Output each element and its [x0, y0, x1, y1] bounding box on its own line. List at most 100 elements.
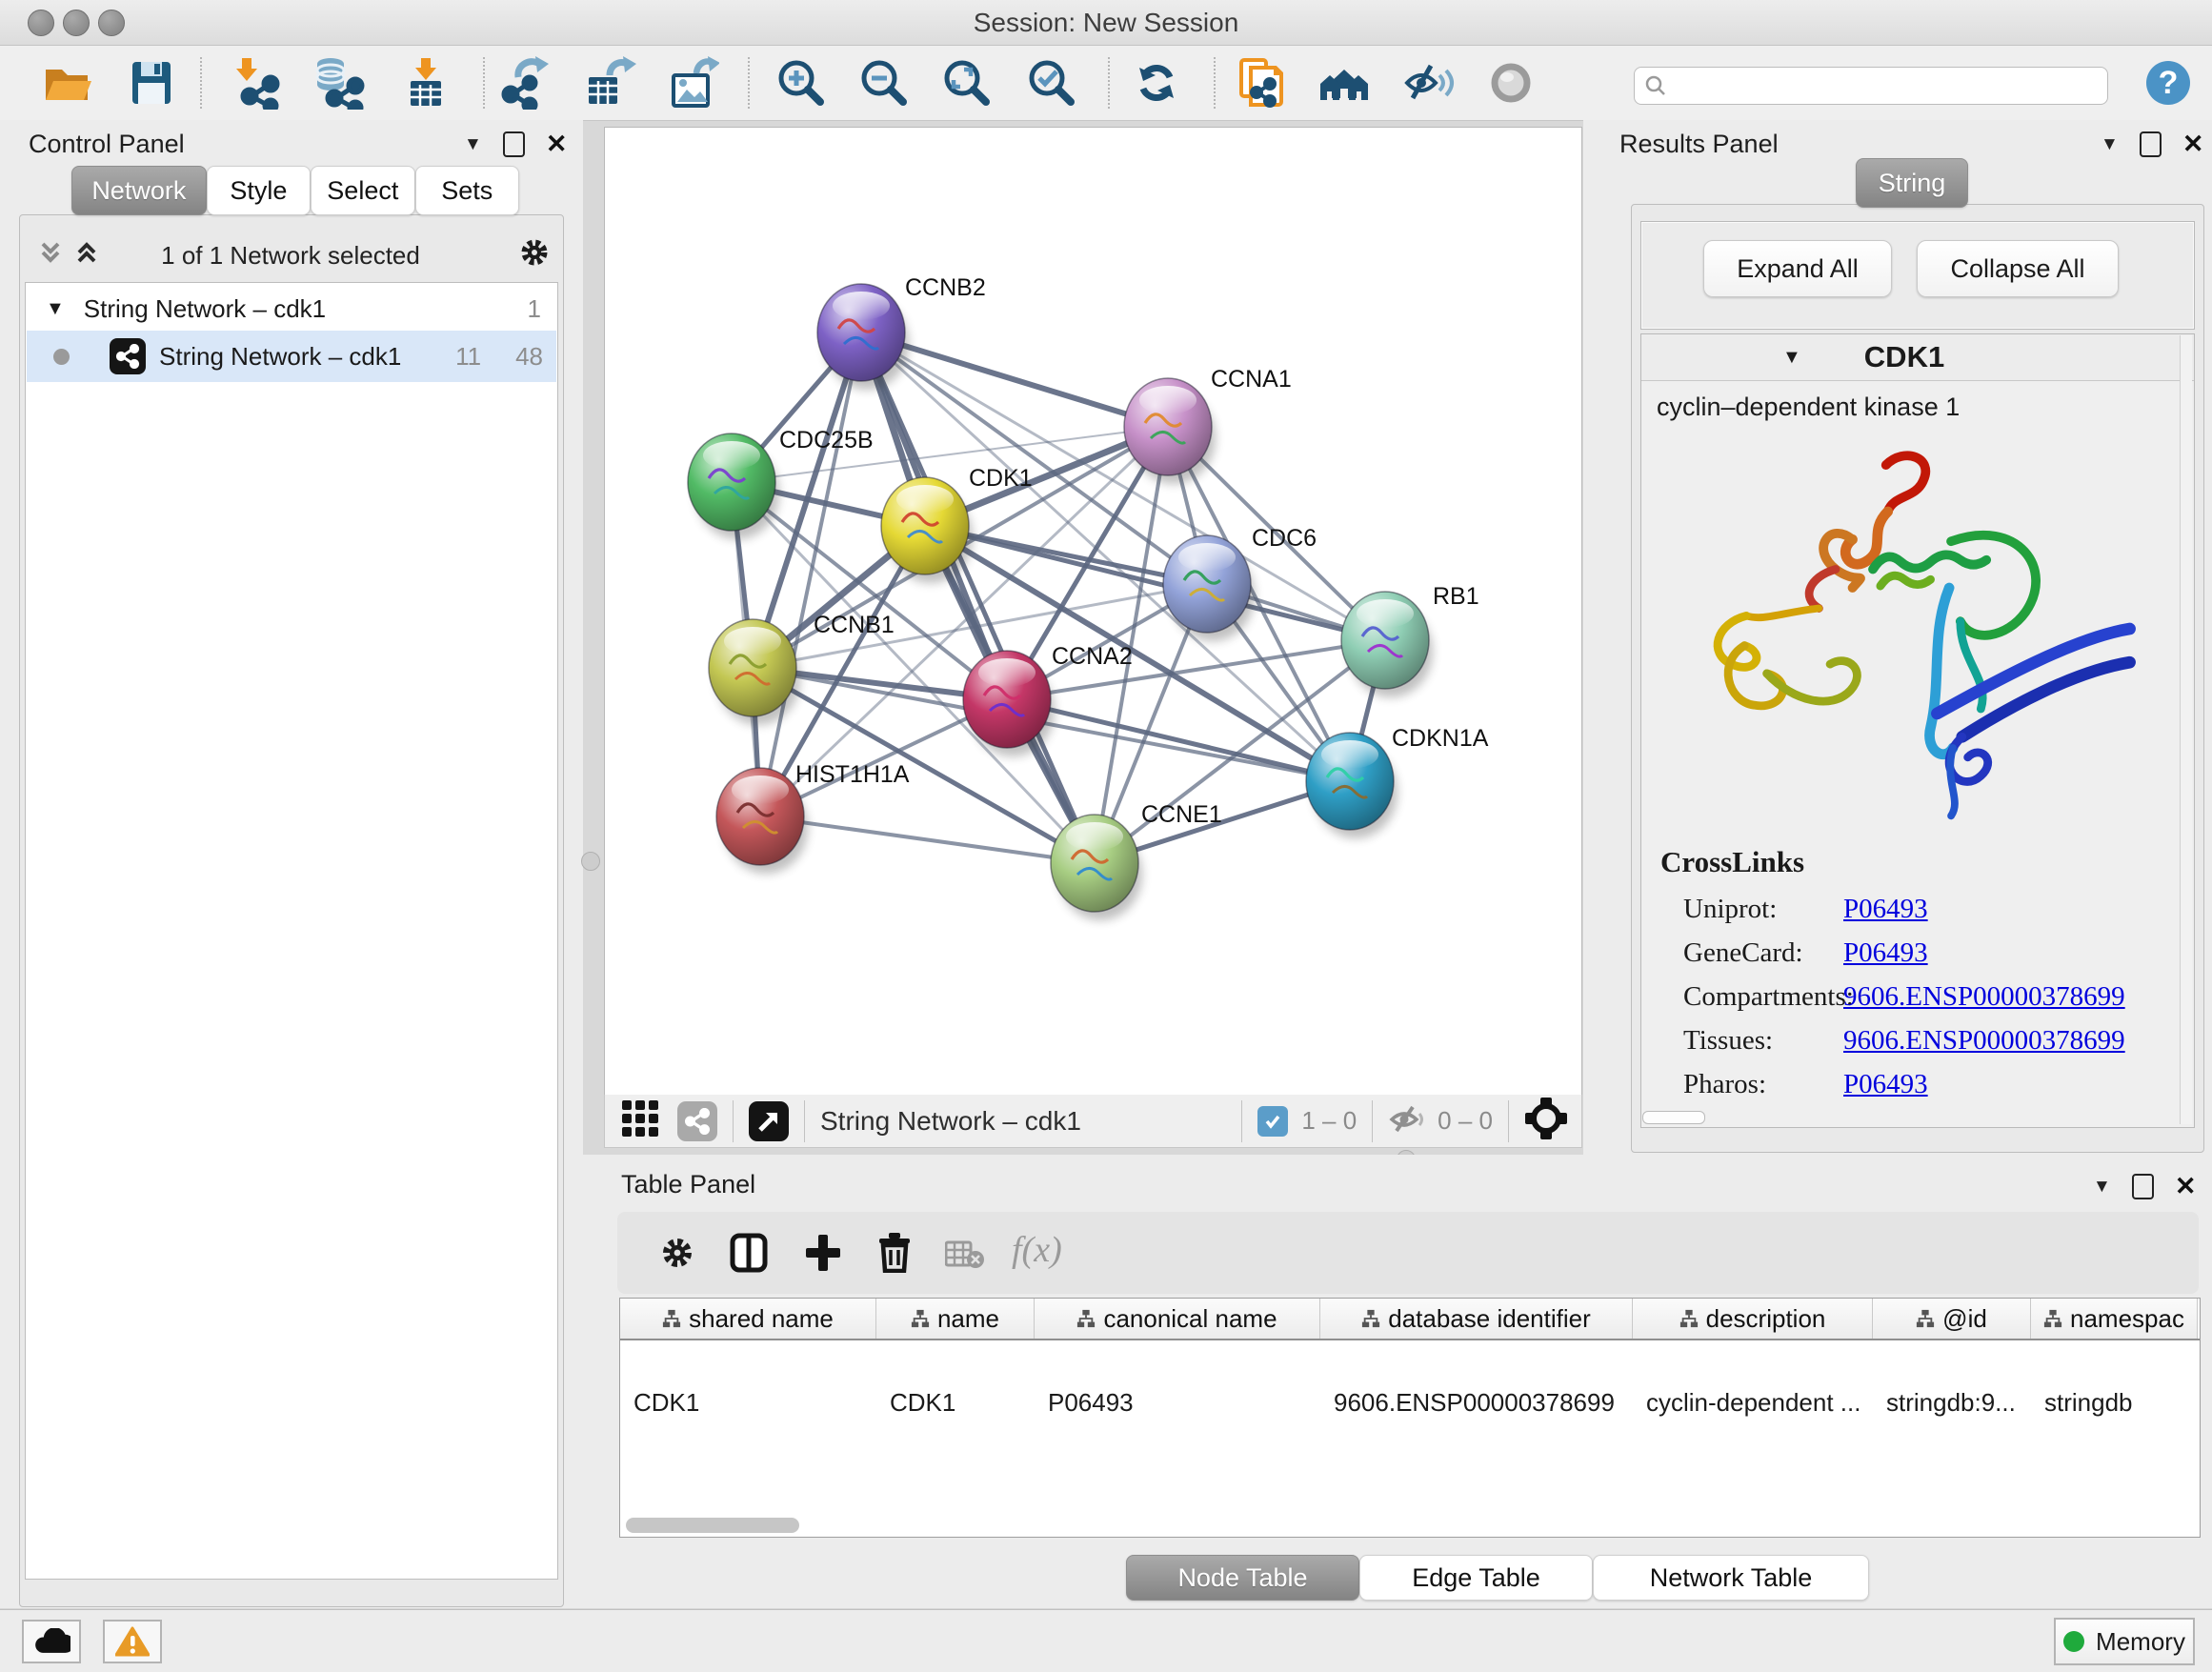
zoom-in-icon[interactable] [772, 54, 829, 111]
column-header-canonical-name[interactable]: canonical name [1035, 1299, 1320, 1339]
pan-crosshair-icon[interactable] [1524, 1097, 1568, 1145]
current-network-dot-icon [53, 349, 70, 365]
memory-button[interactable]: Memory [2054, 1618, 2195, 1665]
crosslink-value[interactable]: P06493 [1843, 937, 1928, 969]
vertical-splitter-handle[interactable] [581, 852, 600, 871]
float-panel-icon[interactable] [2132, 1174, 2154, 1199]
node-CDKN1A[interactable]: CDKN1A [1306, 725, 1489, 838]
save-session-icon[interactable] [123, 54, 180, 111]
search-field[interactable] [1634, 67, 2108, 105]
search-input[interactable] [1667, 71, 2098, 100]
collapse-panel-icon[interactable]: ▼ [2101, 134, 2119, 155]
results-vertical-scrollbar[interactable] [2180, 335, 2192, 1124]
tab-edge-table[interactable]: Edge Table [1359, 1555, 1593, 1601]
export-image-icon[interactable] [664, 54, 721, 111]
tab-node-table[interactable]: Node Table [1126, 1555, 1359, 1601]
network-options-gear-icon[interactable] [518, 236, 551, 273]
close-panel-icon[interactable]: ✕ [546, 133, 568, 155]
column-header-name[interactable]: name [876, 1299, 1035, 1339]
column-header-namespac[interactable]: namespac [2031, 1299, 2198, 1339]
import-network-icon[interactable] [229, 54, 286, 111]
import-table-icon[interactable] [397, 54, 454, 111]
collapse-panel-icon[interactable]: ▼ [464, 134, 482, 155]
network-collection-row[interactable]: ▼ String Network – cdk1 1 [27, 287, 556, 331]
control-panel: Control Panel ▼ ✕ NetworkStyleSelectSets… [0, 120, 583, 1608]
network-share-view-icon[interactable] [677, 1101, 717, 1141]
delete-column-trash-icon[interactable] [876, 1233, 913, 1278]
node-CCNE1[interactable]: CCNE1 [1051, 801, 1222, 920]
network-canvas[interactable]: CCNB2CCNA1CDC25BCDK1CDC6RB1CCNB1CCNA2CDK… [604, 127, 1582, 1096]
node-RB1[interactable]: RB1 [1341, 583, 1479, 697]
column-header-description[interactable]: description [1633, 1299, 1873, 1339]
column-header-shared-name[interactable]: shared name [620, 1299, 876, 1339]
add-column-icon[interactable] [804, 1233, 842, 1278]
table-settings-gear-icon[interactable] [659, 1235, 695, 1276]
close-panel-icon[interactable]: ✕ [2175, 1176, 2197, 1198]
node-CDK1[interactable]: CDK1 [881, 465, 1033, 583]
crosslink-label: Pharos: [1683, 1069, 1843, 1100]
crosslink-value[interactable]: P06493 [1843, 1069, 1928, 1100]
zoom-fit-icon[interactable] [937, 54, 995, 111]
table-cell[interactable]: 9606.ENSP00000378699 [1320, 1382, 1633, 1422]
import-database-icon[interactable] [310, 54, 367, 111]
table-horizontal-scrollbar-thumb[interactable] [626, 1518, 799, 1533]
first-neighbors-icon[interactable] [1316, 54, 1373, 111]
help-icon[interactable]: ? [2140, 54, 2197, 111]
grid-view-icon[interactable] [620, 1098, 660, 1143]
float-panel-icon[interactable] [2140, 131, 2162, 157]
crosslink-value[interactable]: 9606.ENSP00000378699 [1843, 981, 2125, 1013]
table-cell[interactable]: stringdb:9... [1873, 1382, 2031, 1422]
entry-expander-icon[interactable]: ▼ [1782, 347, 1801, 369]
cloud-button[interactable] [22, 1620, 81, 1663]
selected-checkbox-icon[interactable] [1257, 1106, 1288, 1137]
network-row-label: String Network – cdk1 [159, 342, 401, 372]
network-row-selected[interactable]: String Network – cdk1 11 48 [27, 331, 556, 382]
zoom-selected-icon[interactable] [1022, 54, 1079, 111]
crosslink-value[interactable]: P06493 [1843, 894, 1928, 925]
column-header-database-identifier[interactable]: database identifier [1320, 1299, 1633, 1339]
zoom-out-icon[interactable] [855, 54, 912, 111]
tab-network-table[interactable]: Network Table [1593, 1555, 1869, 1601]
network-from-clipboard-icon[interactable] [1232, 54, 1289, 111]
main-toolbar: ? [0, 46, 2212, 121]
node-CDC6[interactable]: CDC6 [1163, 525, 1317, 641]
table-cell[interactable]: CDK1 [620, 1382, 876, 1422]
collection-expander-icon[interactable]: ▼ [46, 298, 65, 320]
window-title: Session: New Session [0, 8, 2212, 38]
crosslink-value[interactable]: 9606.ENSP00000378699 [1843, 1025, 2125, 1057]
open-session-icon[interactable] [38, 54, 95, 111]
detach-view-icon[interactable] [749, 1101, 789, 1141]
table-cell[interactable]: cyclin-dependent ... [1633, 1382, 1873, 1422]
collapse-panel-icon[interactable]: ▼ [2093, 1177, 2111, 1198]
node-CCNB2[interactable]: CCNB2 [817, 274, 986, 390]
close-panel-icon[interactable]: ✕ [2182, 133, 2204, 155]
results-horizontal-scrollbar-thumb[interactable] [1642, 1111, 1705, 1124]
tab-style[interactable]: Style [207, 166, 311, 215]
table-cell[interactable]: CDK1 [876, 1382, 1035, 1422]
tab-string[interactable]: String [1856, 158, 1968, 208]
collapse-all-button[interactable]: Collapse All [1917, 240, 2119, 297]
show-hide-graphics-icon[interactable] [1399, 54, 1457, 111]
column-header-@id[interactable]: @id [1873, 1299, 2031, 1339]
expand-all-button[interactable]: Expand All [1703, 240, 1892, 297]
select-columns-icon[interactable] [730, 1233, 768, 1278]
float-panel-icon[interactable] [503, 131, 525, 157]
gene-entry-header[interactable]: ▼ CDK1 [1641, 334, 2194, 381]
warnings-button[interactable] [103, 1620, 162, 1663]
tab-select[interactable]: Select [311, 166, 414, 215]
tab-sets[interactable]: Sets [415, 166, 519, 215]
column-type-icon [662, 1309, 681, 1328]
node-label-CDK1: CDK1 [969, 465, 1033, 492]
node-CCNA2[interactable]: CCNA2 [963, 643, 1133, 756]
export-network-icon[interactable] [497, 54, 554, 111]
refresh-layout-icon[interactable] [1128, 54, 1185, 111]
table-cell[interactable]: stringdb [2031, 1382, 2198, 1422]
hidden-eye-icon[interactable] [1388, 1102, 1426, 1139]
node-HIST1H1A[interactable]: HIST1H1A [716, 761, 910, 874]
node-label-RB1: RB1 [1433, 583, 1479, 610]
level-of-detail-icon[interactable] [1482, 54, 1539, 111]
table-cell[interactable]: P06493 [1035, 1382, 1320, 1422]
export-table-icon[interactable] [581, 54, 638, 111]
network-edge-count: 48 [515, 342, 543, 372]
tab-network[interactable]: Network [71, 166, 207, 215]
